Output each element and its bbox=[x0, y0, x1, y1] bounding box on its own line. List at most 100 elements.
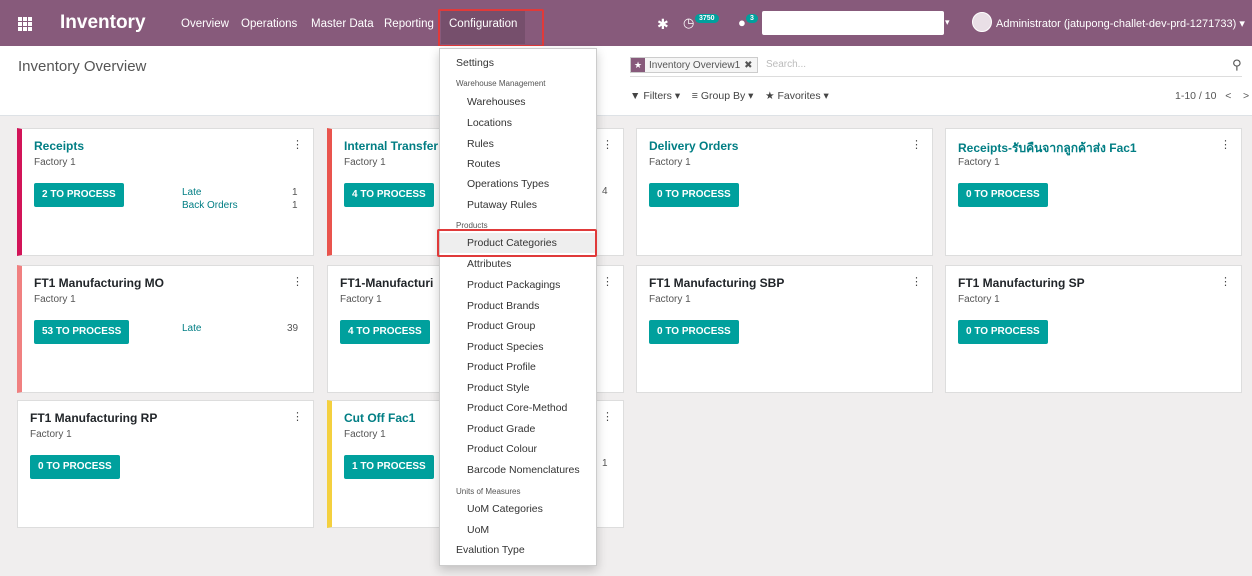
kebab-menu-icon[interactable]: ⋮ bbox=[602, 275, 613, 288]
card-subtitle: Factory 1 bbox=[958, 157, 1000, 168]
card-subtitle: Factory 1 bbox=[344, 157, 386, 168]
kebab-menu-icon[interactable]: ⋮ bbox=[292, 138, 303, 151]
group-by-button[interactable]: ≡ Group By ▾ bbox=[692, 90, 754, 102]
kebab-menu-icon[interactable]: ⋮ bbox=[911, 275, 922, 288]
card-title[interactable]: Cut Off Fac1 bbox=[344, 411, 415, 425]
favorites-label: Favorites bbox=[777, 90, 821, 102]
kebab-menu-icon[interactable]: ⋮ bbox=[292, 410, 303, 423]
apps-menu-icon[interactable] bbox=[18, 17, 32, 31]
chevron-right-icon[interactable]: > bbox=[1243, 90, 1249, 102]
menu-item-evalution-type[interactable]: Evalution Type bbox=[456, 544, 525, 556]
to-process-button[interactable]: 4 TO PROCESS bbox=[340, 320, 430, 344]
company-switcher-field[interactable] bbox=[762, 11, 944, 35]
user-name: Administrator (jatupong-challet-dev-prd-… bbox=[996, 18, 1237, 30]
kebab-menu-icon[interactable]: ⋮ bbox=[1220, 138, 1231, 151]
menu-item-product-style[interactable]: Product Style bbox=[467, 382, 529, 394]
item-highlight-box bbox=[437, 229, 597, 257]
card-title[interactable]: FT1 Manufacturing SBP bbox=[649, 276, 784, 290]
bug-icon[interactable]: ✱ bbox=[657, 16, 669, 33]
kebab-menu-icon[interactable]: ⋮ bbox=[292, 275, 303, 288]
search-facet[interactable]: ★ Inventory Overview1 ✖ bbox=[630, 57, 758, 73]
avatar[interactable] bbox=[972, 12, 992, 32]
search-input[interactable]: Search... bbox=[766, 59, 806, 70]
card-title[interactable]: Delivery Orders bbox=[649, 139, 738, 153]
kebab-menu-icon[interactable]: ⋮ bbox=[602, 410, 613, 423]
activity-count-badge: 3750 bbox=[695, 14, 719, 23]
to-process-button[interactable]: 0 TO PROCESS bbox=[30, 455, 120, 479]
menu-item-locations[interactable]: Locations bbox=[467, 117, 512, 129]
late-link[interactable]: Late bbox=[182, 187, 201, 198]
card-subtitle: Factory 1 bbox=[30, 429, 72, 440]
card-title[interactable]: Receipts-รับคืนจากลูกค้าส่ง Fac1 bbox=[958, 139, 1137, 158]
menu-operations[interactable]: Operations bbox=[241, 18, 297, 30]
menu-item-product-profile[interactable]: Product Profile bbox=[467, 361, 536, 373]
menu-item-warehouses[interactable]: Warehouses bbox=[467, 96, 526, 108]
kebab-menu-icon[interactable]: ⋮ bbox=[602, 138, 613, 151]
kanban-card-ft1-manufacturing-sp[interactable]: FT1 Manufacturing SP Factory 1 ⋮ 0 TO PR… bbox=[945, 265, 1242, 393]
card-subtitle: Factory 1 bbox=[340, 294, 382, 305]
menu-item-rules[interactable]: Rules bbox=[467, 138, 494, 150]
pager-value[interactable]: 1-10 / 10 bbox=[1175, 90, 1216, 102]
card-title[interactable]: FT1 Manufacturing SP bbox=[958, 276, 1085, 290]
section-header-warehouse: Warehouse Management bbox=[456, 79, 546, 88]
menu-item-uom[interactable]: UoM bbox=[467, 524, 489, 536]
menu-item-settings[interactable]: Settings bbox=[456, 57, 494, 69]
menu-item-operations-types[interactable]: Operations Types bbox=[467, 178, 549, 190]
menu-item-attributes[interactable]: Attributes bbox=[467, 258, 511, 270]
menu-item-product-core-method[interactable]: Product Core-Method bbox=[467, 402, 567, 414]
menu-item-putaway-rules[interactable]: Putaway Rules bbox=[467, 199, 537, 211]
card-title[interactable]: FT1-Manufacturi bbox=[340, 276, 433, 290]
card-title[interactable]: FT1 Manufacturing RP bbox=[30, 411, 157, 425]
late-link[interactable]: Late bbox=[182, 323, 201, 334]
card-title[interactable]: Receipts bbox=[34, 139, 84, 153]
filter-icon: ▼ bbox=[630, 90, 641, 102]
menu-master-data[interactable]: Master Data bbox=[311, 18, 374, 30]
to-process-button[interactable]: 0 TO PROCESS bbox=[958, 320, 1048, 344]
control-panel: Inventory Overview ★ Inventory Overview1… bbox=[0, 46, 1252, 116]
chevron-down-icon[interactable]: ▾ bbox=[945, 17, 950, 28]
kebab-menu-icon[interactable]: ⋮ bbox=[911, 138, 922, 151]
kanban-card-receipts[interactable]: Receipts Factory 1 ⋮ 2 TO PROCESS Late 1… bbox=[17, 128, 314, 256]
to-process-button[interactable]: 0 TO PROCESS bbox=[958, 183, 1048, 207]
menu-item-barcode-nomenclatures[interactable]: Barcode Nomenclatures bbox=[467, 464, 580, 476]
menu-item-product-grade[interactable]: Product Grade bbox=[467, 423, 535, 435]
chat-icon[interactable]: ● bbox=[738, 15, 746, 30]
groupby-label: Group By bbox=[700, 90, 746, 102]
stat-count: 4 bbox=[602, 186, 608, 197]
app-title[interactable]: Inventory bbox=[60, 12, 146, 34]
menu-item-product-colour[interactable]: Product Colour bbox=[467, 443, 537, 455]
search-icon[interactable]: ⚲ bbox=[1232, 57, 1242, 73]
to-process-button[interactable]: 4 TO PROCESS bbox=[344, 183, 434, 207]
kanban-card-ft1-manufacturing-sbp[interactable]: FT1 Manufacturing SBP Factory 1 ⋮ 0 TO P… bbox=[636, 265, 933, 393]
to-process-button[interactable]: 0 TO PROCESS bbox=[649, 183, 739, 207]
kanban-card-ft1-manufacturing-mo[interactable]: FT1 Manufacturing MO Factory 1 ⋮ 53 TO P… bbox=[17, 265, 314, 393]
menu-reporting[interactable]: Reporting bbox=[384, 18, 434, 30]
to-process-button[interactable]: 1 TO PROCESS bbox=[344, 455, 434, 479]
menu-item-product-brands[interactable]: Product Brands bbox=[467, 300, 539, 312]
favorites-button[interactable]: ★ Favorites ▾ bbox=[765, 90, 829, 102]
to-process-button[interactable]: 2 TO PROCESS bbox=[34, 183, 124, 207]
menu-overview[interactable]: Overview bbox=[181, 18, 229, 30]
filters-button[interactable]: ▼ Filters ▾ bbox=[630, 90, 680, 102]
kanban-card-delivery-orders[interactable]: Delivery Orders Factory 1 ⋮ 0 TO PROCESS bbox=[636, 128, 933, 256]
chevron-left-icon[interactable]: < bbox=[1225, 90, 1231, 102]
card-subtitle: Factory 1 bbox=[34, 157, 76, 168]
card-title[interactable]: Internal Transfer bbox=[344, 139, 438, 153]
menu-item-product-packagings[interactable]: Product Packagings bbox=[467, 279, 560, 291]
menu-item-product-species[interactable]: Product Species bbox=[467, 341, 543, 353]
close-icon[interactable]: ✖ bbox=[744, 60, 752, 71]
back-orders-link[interactable]: Back Orders bbox=[182, 200, 238, 211]
late-count: 39 bbox=[287, 323, 299, 334]
menu-item-uom-categories[interactable]: UoM Categories bbox=[467, 503, 543, 515]
kanban-card-ft1-manufacturing-rp[interactable]: FT1 Manufacturing RP Factory 1 ⋮ 0 TO PR… bbox=[17, 400, 314, 528]
to-process-button[interactable]: 0 TO PROCESS bbox=[649, 320, 739, 344]
to-process-button[interactable]: 53 TO PROCESS bbox=[34, 320, 130, 344]
kanban-card-receipts-return[interactable]: Receipts-รับคืนจากลูกค้าส่ง Fac1 Factory… bbox=[945, 128, 1242, 256]
late-count: 1 bbox=[292, 187, 298, 198]
card-title[interactable]: FT1 Manufacturing MO bbox=[34, 276, 164, 290]
menu-item-product-group[interactable]: Product Group bbox=[467, 320, 535, 332]
clock-icon[interactable]: ◷ bbox=[683, 15, 694, 31]
user-menu[interactable]: Administrator (jatupong-challet-dev-prd-… bbox=[996, 17, 1245, 30]
menu-item-routes[interactable]: Routes bbox=[467, 158, 500, 170]
kebab-menu-icon[interactable]: ⋮ bbox=[1220, 275, 1231, 288]
